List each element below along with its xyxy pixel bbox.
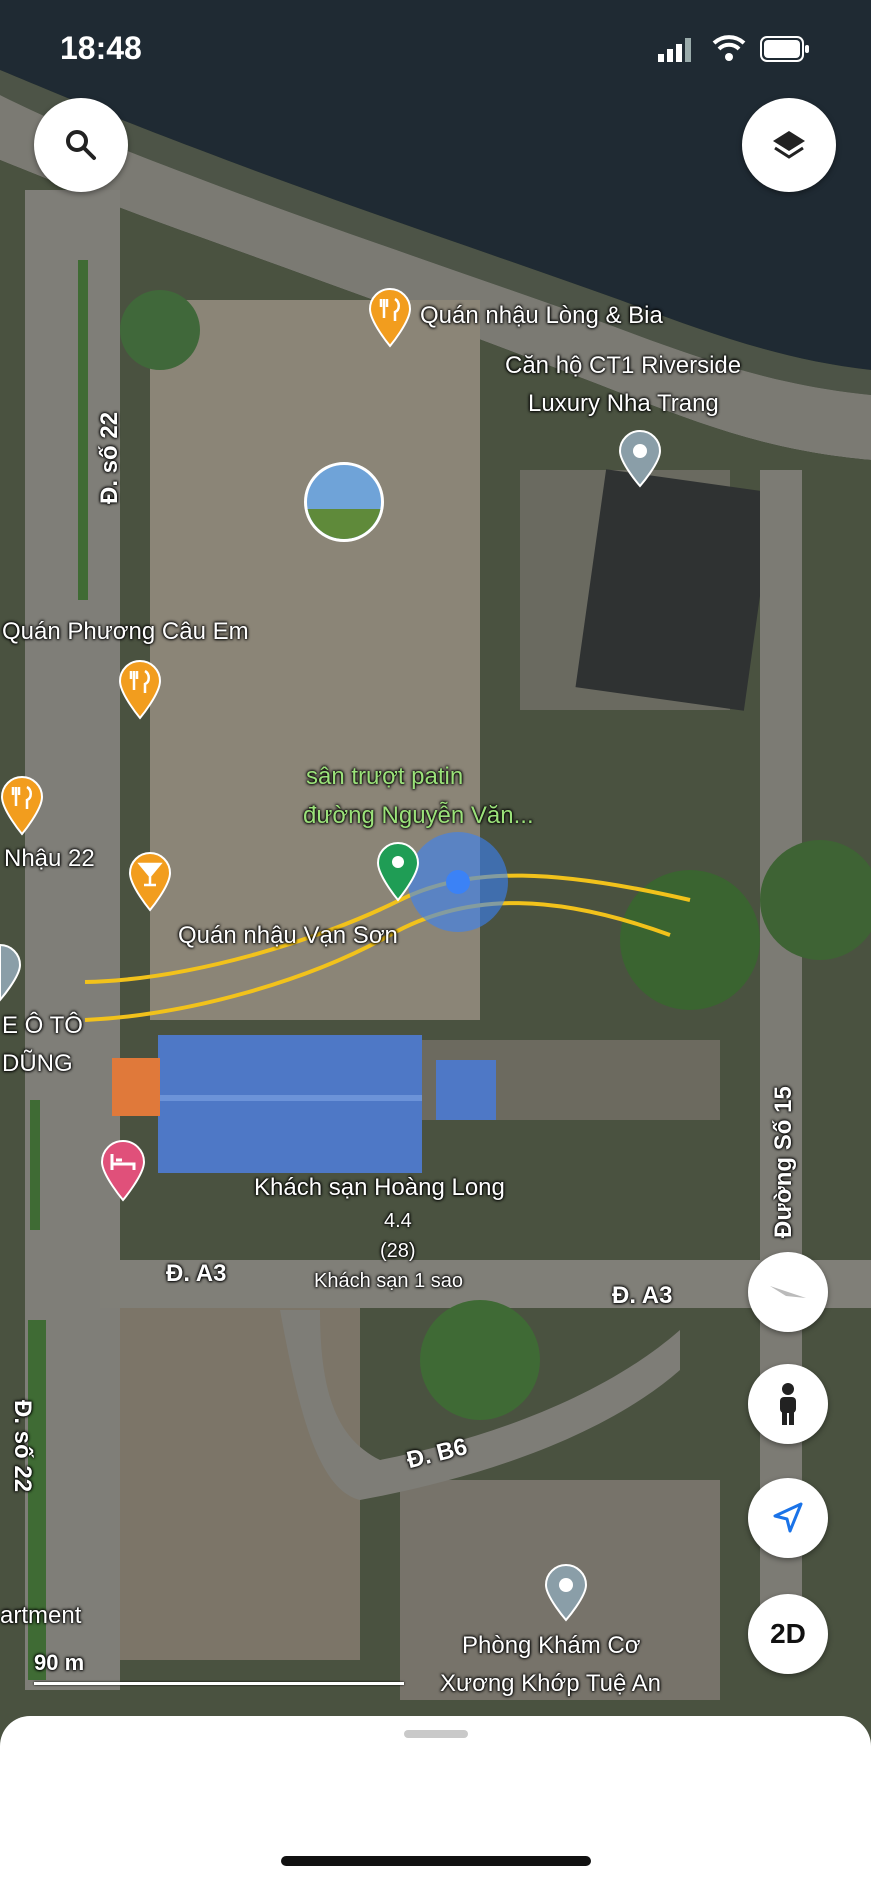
place-label-ct1-line2[interactable]: Luxury Nha Trang — [528, 390, 719, 418]
my-location-icon — [773, 1502, 803, 1533]
sheet-drag-handle[interactable] — [404, 1730, 468, 1738]
scale-bar-label: 90 m — [34, 1650, 85, 1675]
place-label-patin-line2[interactable]: đường Nguyễn Văn... — [303, 802, 534, 830]
street-photo-thumbnail[interactable] — [304, 462, 384, 542]
hotel-rating: 4.4 — [384, 1210, 412, 1232]
hotel-class: Khách sạn 1 sao — [314, 1270, 463, 1292]
road-label-so22-top: Đ. số 22 — [96, 411, 123, 504]
place-label-quan-nhau-van-son[interactable]: Quán nhậu Vạn Sơn — [178, 922, 398, 950]
restaurant-pin[interactable] — [368, 288, 412, 348]
place-label-ct1-line1[interactable]: Căn hộ CT1 Riverside — [505, 352, 741, 380]
road-label-so15: Đường Số 15 — [770, 1086, 797, 1238]
hotel-pin[interactable] — [100, 1140, 146, 1202]
satellite-map[interactable]: 18:48 Quán nhậu Lòng & Bia Căn hộ CT1 Ri… — [0, 0, 871, 1883]
search-button[interactable] — [34, 98, 128, 192]
battery-icon — [760, 36, 809, 62]
cellular-signal-icon — [658, 38, 691, 62]
place-pin-clinic[interactable] — [544, 1564, 588, 1622]
layers-button[interactable] — [742, 98, 836, 192]
place-label-quan-nhau-long-bia[interactable]: Quán nhậu Lòng & Bia — [420, 302, 663, 330]
status-bar: 18:48 — [0, 0, 871, 100]
selected-place-pin[interactable] — [376, 842, 420, 902]
place-pin-oto[interactable] — [0, 944, 22, 1002]
place-label-apartment[interactable]: artment — [0, 1602, 81, 1630]
road-label-so22-bottom: Đ. số 22 — [9, 1400, 36, 1493]
wifi-icon — [712, 35, 746, 61]
place-label-clinic-line2[interactable]: Xương Khớp Tuệ An — [440, 1670, 661, 1698]
place-label-oto-line1[interactable]: E Ô TÔ — [2, 1012, 83, 1040]
clock: 18:48 — [60, 30, 142, 66]
bar-pin[interactable] — [128, 852, 172, 912]
street-view-button[interactable] — [748, 1364, 828, 1444]
compass-button[interactable] — [748, 1252, 828, 1332]
bottom-sheet[interactable] — [0, 1716, 871, 1883]
satellite-imagery — [0, 0, 871, 1883]
home-indicator — [281, 1856, 591, 1866]
view-mode-toggle[interactable]: 2D — [748, 1594, 828, 1674]
scale-bar: 90 m — [34, 1650, 404, 1685]
place-pin-ct1[interactable] — [618, 430, 662, 488]
place-label-hotel-name[interactable]: Khách sạn Hoàng Long — [254, 1174, 505, 1202]
place-label-nhau-22[interactable]: Nhậu 22 — [4, 845, 95, 873]
layers-icon — [773, 131, 805, 159]
view-mode-label: 2D — [770, 1618, 806, 1649]
place-label-oto-line2[interactable]: DŨNG — [2, 1050, 73, 1078]
pegman-icon — [780, 1383, 796, 1425]
place-label-clinic-line1[interactable]: Phòng Khám Cơ — [462, 1632, 641, 1660]
restaurant-pin-nhau-22[interactable] — [0, 776, 44, 836]
restaurant-pin-phuong-cau-em[interactable] — [118, 660, 162, 720]
search-icon — [66, 130, 96, 160]
my-location-button[interactable] — [748, 1478, 828, 1558]
road-label-a3-right: Đ. A3 — [612, 1282, 673, 1309]
compass-icon — [770, 1286, 806, 1298]
scale-bar-line — [34, 1682, 404, 1685]
place-label-patin-line1[interactable]: sân trượt patin — [306, 763, 463, 791]
place-label-quan-phuong-cau-em[interactable]: Quán Phương Câu Em — [2, 618, 249, 646]
road-label-a3-left: Đ. A3 — [166, 1260, 227, 1287]
hotel-review-count: (28) — [380, 1240, 416, 1262]
